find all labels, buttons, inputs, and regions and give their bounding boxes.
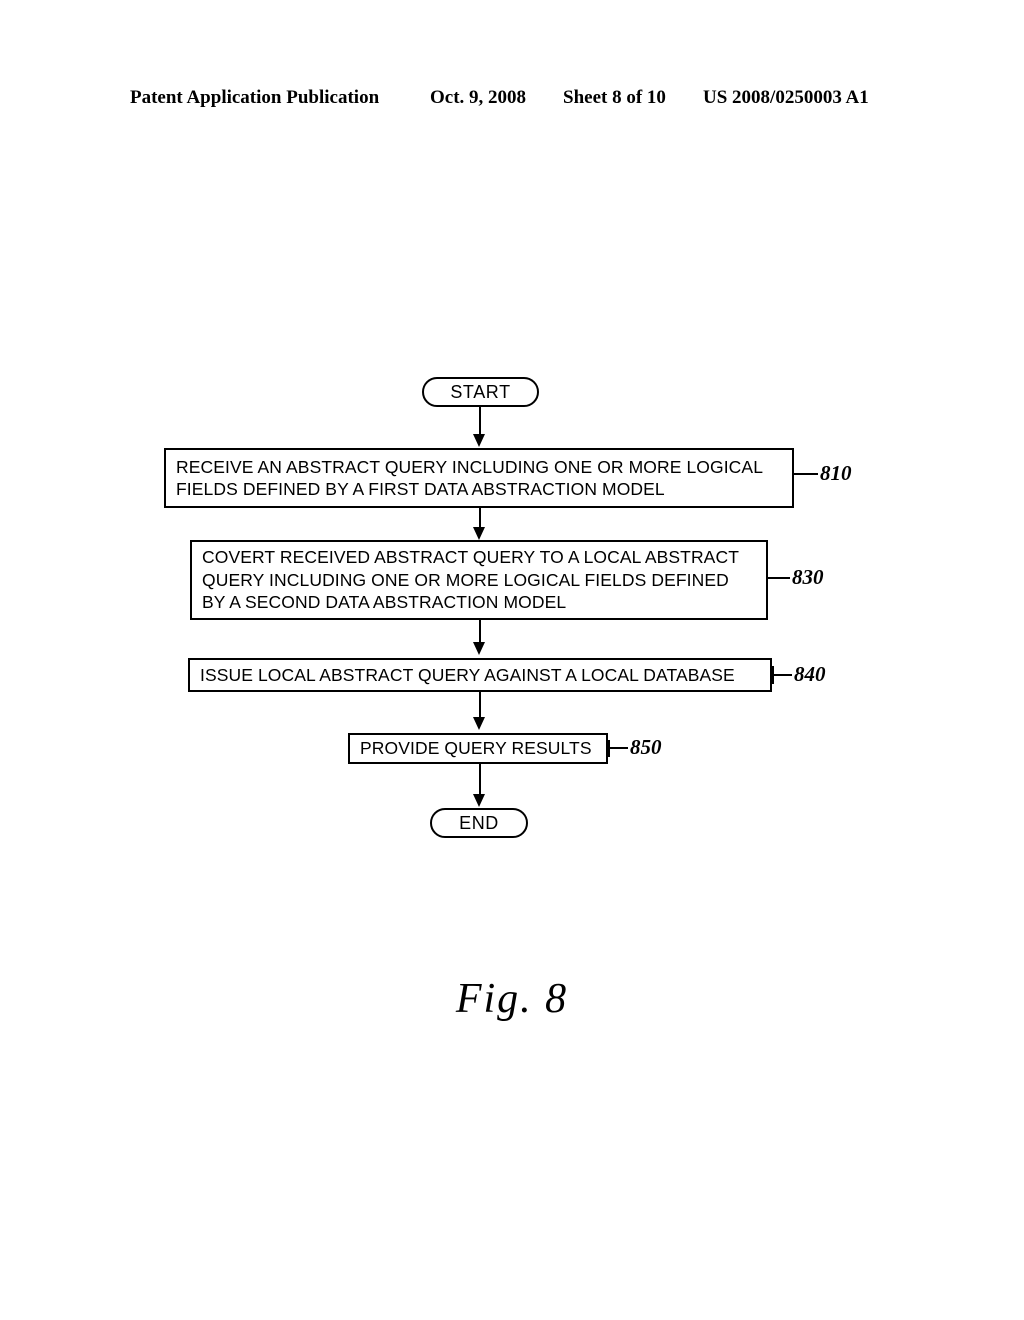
connector-830-to-840 — [479, 620, 481, 644]
flowchart-node-840-label: ISSUE LOCAL ABSTRACT QUERY AGAINST A LOC… — [200, 664, 735, 685]
leader-line-830 — [768, 577, 790, 579]
arrowhead-850-to-end — [472, 794, 485, 807]
flowchart-node-810-label: RECEIVE AN ABSTRACT QUERY INCLUDING ONE … — [176, 456, 764, 500]
flowchart-node-830: COVERT RECEIVED ABSTRACT QUERY TO A LOCA… — [190, 540, 768, 620]
reference-numeral-840: 840 — [794, 662, 826, 686]
flowchart-node-850: PROVIDE QUERY RESULTS — [348, 733, 608, 764]
flowchart-node-end: END — [430, 808, 528, 838]
connector-810-to-830 — [479, 508, 481, 529]
flowchart-node-start-label: START — [450, 381, 511, 402]
flowchart-node-850-label: PROVIDE QUERY RESULTS — [360, 738, 592, 759]
header-publication-label: Patent Application Publication — [130, 87, 380, 108]
flowchart-node-start: START — [422, 377, 539, 407]
reference-numeral-810: 810 — [820, 461, 852, 485]
arrowhead-830-to-840 — [472, 642, 485, 655]
reference-numeral-850: 850 — [630, 735, 662, 759]
arrowhead-start-to-810 — [472, 434, 485, 447]
arrowhead-840-to-850 — [472, 717, 485, 730]
leader-line-810 — [794, 473, 818, 475]
header-publication-date: Oct. 9, 2008 — [430, 87, 527, 108]
header-patent-number: US 2008/0250003 A1 — [703, 87, 869, 108]
flowchart-node-810: RECEIVE AN ABSTRACT QUERY INCLUDING ONE … — [164, 448, 794, 508]
flowchart-node-840: ISSUE LOCAL ABSTRACT QUERY AGAINST A LOC… — [188, 658, 772, 692]
arrowhead-810-to-830 — [472, 527, 485, 540]
flowchart-node-830-label: COVERT RECEIVED ABSTRACT QUERY TO A LOCA… — [202, 547, 739, 613]
figure-caption: Fig. 8 — [455, 976, 569, 1022]
leader-line-840 — [772, 674, 792, 676]
patent-drawing-page: Patent Application Publication Oct. 9, 2… — [0, 0, 1024, 1320]
flowchart-node-end-label: END — [459, 812, 499, 833]
leader-line-850 — [608, 747, 628, 749]
connector-850-to-end — [479, 764, 481, 796]
header-sheet-number: Sheet 8 of 10 — [563, 87, 666, 108]
reference-numeral-830: 830 — [792, 565, 824, 589]
connector-840-to-850 — [479, 692, 481, 719]
connector-start-to-810 — [479, 407, 481, 436]
